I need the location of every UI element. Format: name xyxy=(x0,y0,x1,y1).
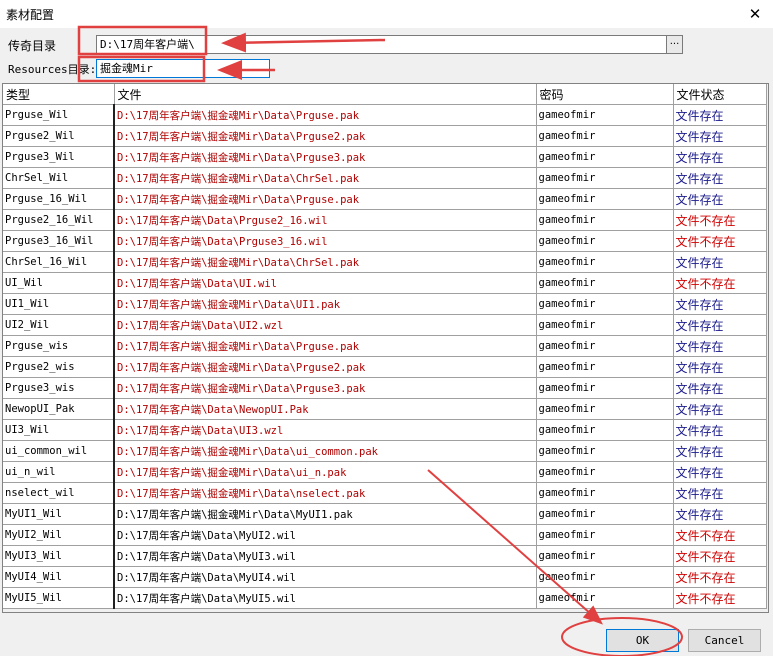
annotation-arrow-ok xyxy=(427,469,603,625)
annotation-box-resources-dir xyxy=(77,55,206,83)
annotation-box-legend-dir xyxy=(77,25,208,56)
annotation-layer xyxy=(77,25,683,656)
annotation-arrow-legend-dir xyxy=(221,32,386,53)
annotation-circle-ok xyxy=(561,617,683,656)
